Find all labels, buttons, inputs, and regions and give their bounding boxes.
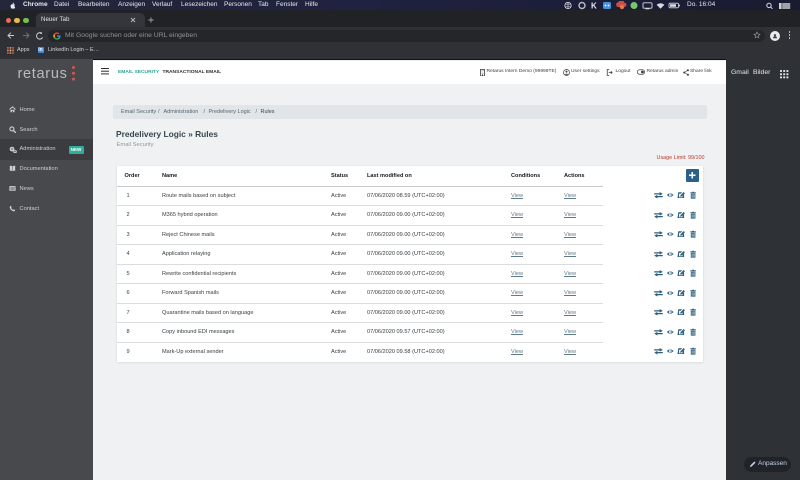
svg-text:K: K <box>591 2 597 11</box>
